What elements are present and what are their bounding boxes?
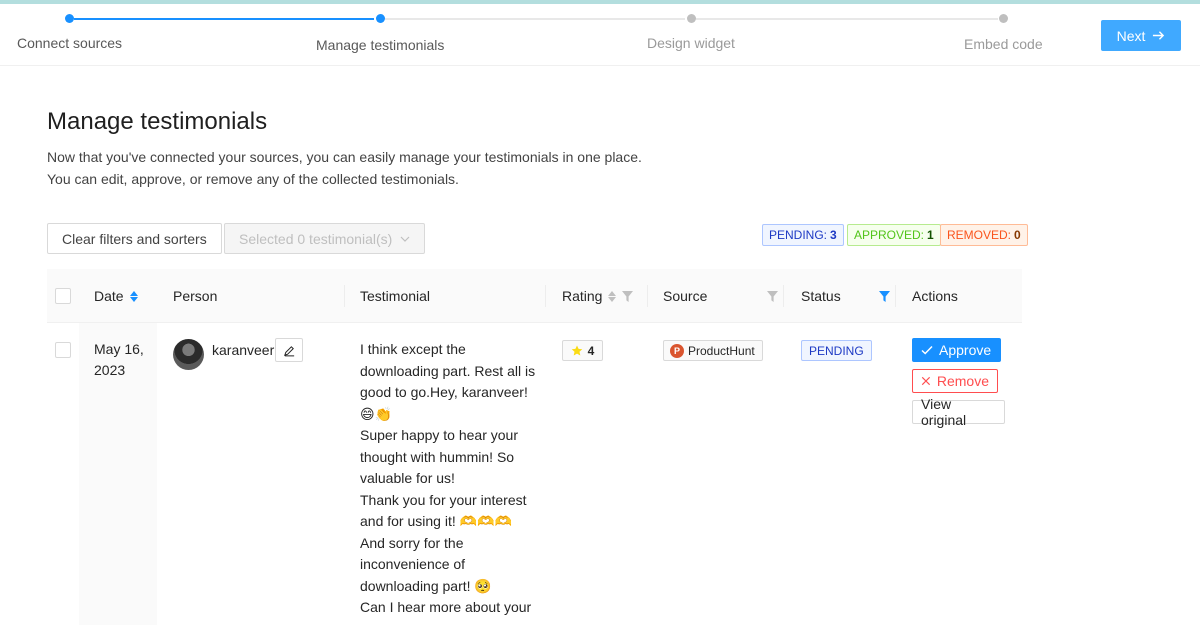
step-dot-design-widget — [687, 14, 696, 23]
chevron-down-icon — [400, 236, 410, 242]
column-person-label: Person — [173, 288, 218, 304]
step-track-completed — [74, 18, 374, 20]
row-date-day: May 16, — [94, 341, 144, 357]
column-actions-label: Actions — [912, 288, 958, 304]
filter-icon[interactable] — [767, 291, 778, 302]
testimonial-line: Super happy to hear your thought with hu… — [360, 427, 518, 486]
testimonial-text: I think except the downloading part. Res… — [360, 339, 540, 619]
edit-person-button[interactable] — [275, 338, 303, 362]
column-rating-label: Rating — [562, 288, 603, 304]
testimonial-line: And sorry for the inconvenience of downl… — [360, 534, 492, 594]
removed-count: 0 — [1014, 228, 1021, 242]
bulk-selection-label: Selected 0 testimonial(s) — [239, 230, 393, 247]
step-dot-connect-sources — [65, 14, 74, 23]
approve-label: Approve — [939, 342, 992, 358]
select-all-cell — [55, 269, 71, 323]
steps-nav: Connect sources Manage testimonials Desi… — [0, 4, 1200, 66]
column-divider — [783, 285, 784, 307]
pending-count-badge: PENDING: 3 — [762, 224, 844, 246]
pending-count-label: PENDING: — [769, 228, 828, 242]
testimonial-line: I think except the downloading part. Res… — [360, 341, 536, 422]
person-name: karanveer — [212, 342, 275, 358]
edit-icon — [283, 345, 294, 356]
column-source: Source — [663, 269, 707, 323]
removed-count-label: REMOVED: — [947, 228, 1012, 242]
step-dot-embed-code — [999, 14, 1008, 23]
column-divider — [647, 285, 648, 307]
column-date-label: Date — [94, 288, 124, 304]
step-design-widget[interactable]: Design widget — [647, 35, 735, 51]
remove-label: Remove — [936, 373, 989, 389]
approved-count: 1 — [927, 228, 934, 242]
step-dot-manage-testimonials — [376, 14, 385, 23]
column-date[interactable]: Date — [94, 269, 138, 323]
bulk-selection-dropdown[interactable]: Selected 0 testimonial(s) — [224, 223, 426, 254]
column-person: Person — [173, 269, 217, 323]
arrow-right-icon — [1153, 31, 1165, 40]
row-date: May 16, 2023 — [94, 339, 144, 381]
avatar — [173, 339, 204, 370]
rating-badge: 4 — [562, 340, 603, 361]
approved-count-badge: APPROVED: 1 — [847, 224, 941, 246]
testimonial-line: Can I hear more about your — [360, 599, 532, 615]
rating-value: 4 — [587, 343, 595, 358]
source-badge: P ProductHunt — [663, 340, 763, 361]
row-checkbox[interactable] — [55, 342, 71, 358]
filter-active-icon[interactable] — [879, 291, 890, 302]
row-date-year: 2023 — [94, 362, 126, 378]
pending-count: 3 — [830, 228, 837, 242]
filter-icon[interactable] — [622, 290, 634, 302]
column-status-label: Status — [801, 288, 841, 304]
column-actions: Actions — [912, 269, 958, 323]
column-divider — [895, 285, 896, 307]
column-source-label: Source — [663, 288, 708, 304]
step-embed-code[interactable]: Embed code — [964, 36, 1043, 52]
next-button[interactable]: Next — [1101, 20, 1181, 51]
removed-count-badge: REMOVED: 0 — [940, 224, 1028, 246]
status-badge: PENDING — [801, 340, 872, 361]
page-description: Now that you've connected your sources, … — [47, 149, 642, 187]
column-divider — [545, 285, 546, 307]
column-divider — [344, 285, 345, 307]
close-icon — [921, 376, 931, 386]
column-testimonial: Testimonial — [360, 269, 430, 323]
table-header: Date Person Testimonial Rating Source St… — [47, 269, 1022, 323]
remove-button[interactable]: Remove — [912, 369, 998, 393]
check-icon — [921, 345, 933, 355]
column-status: Status — [801, 269, 841, 323]
column-rating[interactable]: Rating — [562, 269, 634, 323]
testimonial-line: Thank you for your interest and for usin… — [360, 491, 527, 530]
select-all-checkbox[interactable] — [55, 288, 71, 304]
source-name: ProductHunt — [688, 343, 755, 358]
approve-button[interactable]: Approve — [912, 338, 1001, 362]
step-connect-sources[interactable]: Connect sources — [17, 35, 122, 51]
step-manage-testimonials[interactable]: Manage testimonials — [316, 37, 444, 53]
clear-filters-button[interactable]: Clear filters and sorters — [47, 223, 222, 254]
star-icon — [571, 345, 582, 355]
step-track — [385, 18, 685, 20]
sort-icon[interactable] — [129, 290, 138, 302]
sort-icon[interactable] — [608, 290, 617, 302]
producthunt-icon: P — [670, 343, 684, 358]
page-title: Manage testimonials — [47, 108, 268, 135]
next-button-label: Next — [1116, 27, 1146, 44]
step-track — [696, 18, 998, 20]
view-original-button[interactable]: View original — [912, 396, 1005, 428]
approved-count-label: APPROVED: — [854, 228, 925, 242]
column-testimonial-label: Testimonial — [360, 288, 431, 304]
